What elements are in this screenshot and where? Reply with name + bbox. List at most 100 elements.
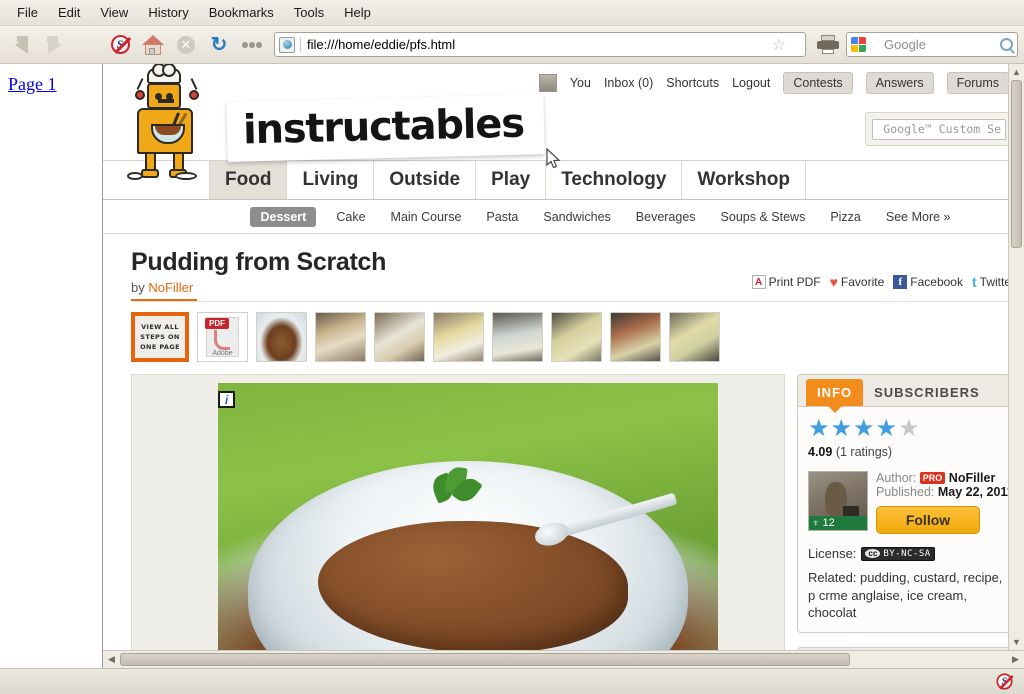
- step-thumbnail[interactable]: [256, 312, 307, 362]
- home-button[interactable]: [138, 30, 168, 60]
- subnav-see-more[interactable]: See More »: [881, 207, 956, 227]
- pro-badge: PRO: [919, 472, 946, 484]
- search-magnifier-icon[interactable]: [1000, 38, 1013, 51]
- statusbar-noscript-icon[interactable]: S: [996, 673, 1013, 690]
- mint-leaf-icon: [428, 465, 483, 507]
- page-favicon-icon: [279, 36, 295, 53]
- nav-category-play[interactable]: Play: [476, 161, 547, 199]
- author-avatar[interactable]: ♆ 12: [808, 471, 868, 531]
- step-thumbnail[interactable]: [551, 312, 602, 362]
- step-thumbnail[interactable]: [610, 312, 661, 362]
- byline-prefix: by: [131, 280, 145, 295]
- subnav-main-course[interactable]: Main Course: [386, 207, 467, 227]
- menu-edit[interactable]: Edit: [49, 2, 89, 23]
- author-label: Author:: [876, 471, 917, 485]
- step-thumbnail[interactable]: [492, 312, 543, 362]
- hero-image[interactable]: [218, 383, 718, 650]
- vertical-scrollbar[interactable]: ▲ ▼: [1008, 64, 1024, 650]
- scroll-right-button[interactable]: ▶: [1007, 651, 1024, 668]
- site-logo[interactable]: instructables: [226, 94, 545, 162]
- nav-inbox[interactable]: Inbox (0): [604, 76, 653, 90]
- back-button[interactable]: [6, 30, 36, 60]
- search-bar[interactable]: Google: [846, 32, 1018, 57]
- facebook-button[interactable]: f Facebook: [893, 275, 963, 289]
- article-header: Pudding from Scratch by NoFiller A Print…: [103, 248, 1023, 302]
- image-info-badge[interactable]: i: [218, 391, 235, 408]
- favorite-button[interactable]: ♥ Favorite: [830, 274, 885, 290]
- print-button[interactable]: [813, 30, 843, 60]
- history-dropdown-button[interactable]: [72, 30, 102, 60]
- bookmark-star-icon[interactable]: ☆: [772, 35, 786, 55]
- scroll-up-button[interactable]: ▲: [1009, 64, 1024, 80]
- custom-search-box[interactable]: Google™ Custom Se: [865, 112, 1013, 146]
- subnav-pizza[interactable]: Pizza: [825, 207, 866, 227]
- vertical-scroll-track[interactable]: [1009, 80, 1024, 634]
- published-date: May 22, 2011: [937, 485, 1014, 499]
- nav-category-food[interactable]: Food: [209, 161, 288, 199]
- scroll-left-button[interactable]: ◀: [103, 651, 120, 668]
- horizontal-scroll-thumb[interactable]: [120, 653, 850, 666]
- step-thumbnail[interactable]: [669, 312, 720, 362]
- rating-stars[interactable]: ★★★★★: [808, 417, 1006, 441]
- creative-commons-badge[interactable]: cc BY-NC-SA: [861, 546, 935, 561]
- subnav-dessert[interactable]: Dessert: [250, 206, 317, 227]
- noscript-button[interactable]: S: [105, 30, 135, 60]
- tab-subscribers[interactable]: SUBSCRIBERS: [863, 379, 991, 406]
- reload-button[interactable]: ↻: [204, 30, 234, 60]
- nav-category-workshop[interactable]: Workshop: [682, 161, 806, 199]
- author-link[interactable]: NoFiller: [148, 280, 193, 295]
- menu-tools[interactable]: Tools: [285, 2, 333, 23]
- article: Pudding from Scratch by NoFiller A Print…: [103, 234, 1023, 650]
- step-thumbnail[interactable]: [374, 312, 425, 362]
- horizontal-scrollbar[interactable]: ◀ ▶: [103, 650, 1024, 668]
- menu-view[interactable]: View: [91, 2, 137, 23]
- author-badge-count: 12: [822, 517, 835, 529]
- printer-icon: [817, 35, 839, 54]
- step-thumbnail[interactable]: [433, 312, 484, 362]
- nav-answers[interactable]: Answers: [865, 72, 934, 94]
- page-1-link[interactable]: Page 1: [8, 74, 57, 94]
- menu-history[interactable]: History: [139, 2, 197, 23]
- subnav-beverages[interactable]: Beverages: [631, 207, 701, 227]
- nav-logout[interactable]: Logout: [732, 76, 770, 90]
- left-sidebar: Page 1: [0, 64, 103, 668]
- subnav-soups-stews[interactable]: Soups & Stews: [716, 207, 811, 227]
- nav-you[interactable]: You: [570, 76, 591, 90]
- scroll-down-button[interactable]: ▼: [1009, 634, 1024, 650]
- menu-bookmarks[interactable]: Bookmarks: [200, 2, 283, 23]
- subnav-pasta[interactable]: Pasta: [481, 207, 523, 227]
- subnav-sandwiches[interactable]: Sandwiches: [538, 207, 615, 227]
- license-row: License: cc BY-NC-SA: [808, 546, 1006, 561]
- view-all-steps-button[interactable]: VIEW ALL STEPS ON ONE PAGE: [131, 312, 189, 362]
- stop-button[interactable]: ✕: [171, 30, 201, 60]
- vertical-scroll-thumb[interactable]: [1011, 80, 1022, 248]
- custom-search-input[interactable]: Google™ Custom Se: [872, 118, 1006, 140]
- nav-shortcuts[interactable]: Shortcuts: [666, 76, 719, 90]
- address-bar-text[interactable]: file:///home/eddie/pfs.html: [300, 37, 767, 52]
- extension-button[interactable]: [237, 30, 267, 60]
- step-thumbnail[interactable]: [315, 312, 366, 362]
- extension-icon: [242, 41, 262, 48]
- forward-button[interactable]: [39, 30, 69, 60]
- menu-file[interactable]: File: [8, 2, 47, 23]
- nav-forums[interactable]: Forums: [946, 72, 1009, 94]
- follow-button[interactable]: Follow: [876, 506, 980, 534]
- search-input[interactable]: Google: [884, 37, 996, 52]
- nav-category-outside[interactable]: Outside: [374, 161, 477, 199]
- google-logo-icon[interactable]: [851, 37, 866, 52]
- avatar[interactable]: [538, 74, 557, 92]
- print-pdf-button[interactable]: A Print PDF: [751, 275, 821, 289]
- author-name-link[interactable]: NoFiller: [949, 471, 996, 485]
- subnav-cake[interactable]: Cake: [331, 207, 370, 227]
- horizontal-scroll-track[interactable]: [120, 651, 1007, 668]
- pdf-download-thumbnail[interactable]: PDF Adobe: [197, 312, 248, 362]
- nav-contests[interactable]: Contests: [783, 72, 853, 94]
- robot-mascot-icon: [121, 64, 213, 180]
- tab-info[interactable]: INFO: [806, 379, 864, 413]
- nav-category-technology[interactable]: Technology: [546, 161, 683, 199]
- menu-help[interactable]: Help: [335, 2, 380, 23]
- instructables-page: instructables You Inbox (0) Shortcuts Lo…: [103, 64, 1023, 650]
- content-area: Page 1 instructables You Inbox (0) Short…: [0, 64, 1024, 668]
- address-bar[interactable]: file:///home/eddie/pfs.html ☆: [274, 32, 806, 57]
- nav-category-living[interactable]: Living: [287, 161, 375, 199]
